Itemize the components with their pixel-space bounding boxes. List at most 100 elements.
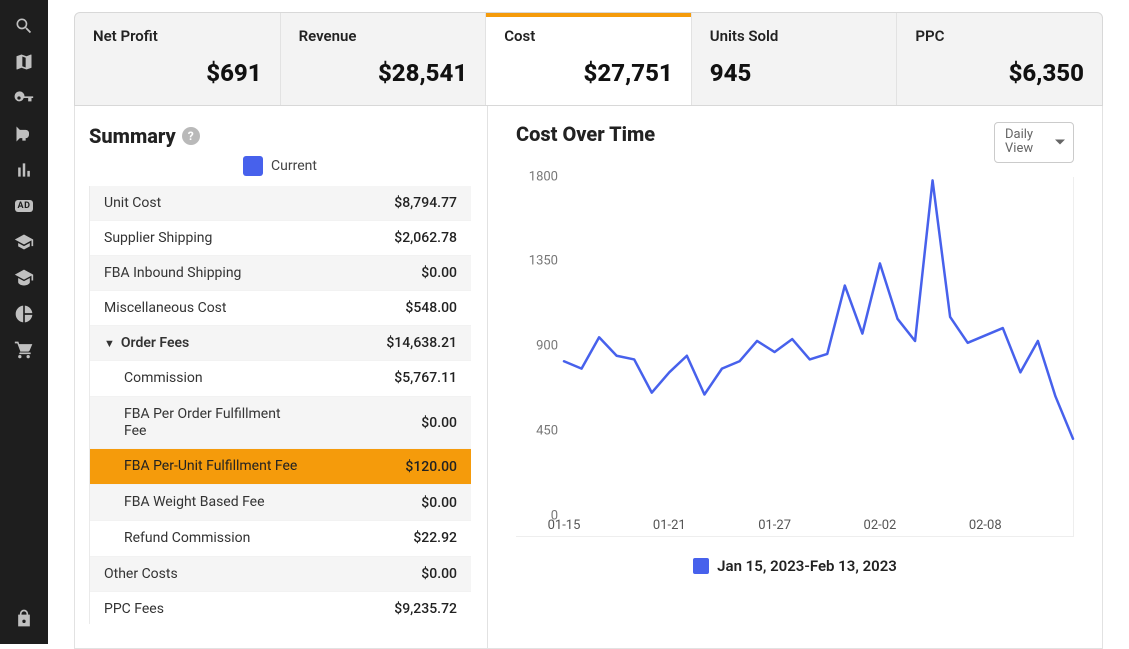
summary-legend: Current (89, 156, 471, 176)
row-label: FBA Weight Based Fee (124, 494, 265, 511)
kpi-value: 945 (710, 59, 879, 87)
row-label: Unit Cost (104, 195, 161, 211)
kpi-label: Cost (504, 27, 673, 45)
line-series (564, 180, 1073, 438)
chart-legend: Jan 15, 2023-Feb 13, 2023 (516, 557, 1074, 575)
row-value: $120.00 (405, 459, 457, 475)
summary-row[interactable]: Supplier Shipping $2,062.78 (90, 221, 471, 256)
cart-icon (14, 340, 34, 360)
row-label: Other Costs (104, 566, 178, 582)
megaphone-icon (14, 124, 34, 144)
tab-cost[interactable]: Cost $27,751 (486, 13, 692, 105)
x-tick: 02-02 (864, 518, 897, 533)
sidebar-item-map[interactable] (0, 44, 48, 80)
bar-chart-icon (14, 160, 34, 180)
row-label: FBA Inbound Shipping (104, 265, 241, 281)
help-icon[interactable]: ? (182, 127, 200, 145)
chart-svg (564, 177, 1073, 516)
sidebar-item-search[interactable] (0, 8, 48, 44)
row-value: $0.00 (421, 415, 457, 431)
summary-title: Summary (89, 124, 176, 148)
kpi-label: Units Sold (710, 27, 879, 45)
summary-sub-row[interactable]: FBA Weight Based Fee $0.00 (90, 485, 471, 521)
legend-swatch-range (693, 558, 709, 574)
legend-range-label: Jan 15, 2023-Feb 13, 2023 (717, 557, 897, 575)
lock-icon (14, 608, 34, 628)
tab-ppc[interactable]: PPC $6,350 (897, 13, 1102, 105)
sidebar-item-megaphone[interactable] (0, 116, 48, 152)
row-label: Refund Commission (124, 530, 250, 547)
search-icon (14, 16, 34, 36)
view-select[interactable]: Daily View (994, 122, 1074, 163)
summary-row[interactable]: FBA Inbound Shipping $0.00 (90, 256, 471, 291)
row-label: PPC Fees (104, 601, 164, 617)
kpi-label: PPC (915, 27, 1084, 45)
row-label: Miscellaneous Cost (104, 300, 227, 316)
summary-list[interactable]: Unit Cost $8,794.77 Supplier Shipping $2,06… (89, 186, 471, 624)
row-value: $0.00 (421, 265, 457, 281)
row-value: $5,767.11 (394, 370, 457, 386)
x-tick: 01-15 (548, 518, 581, 533)
y-tick: 450 (536, 423, 558, 438)
body-row: Summary ? Current Unit Cost $8,794.77 Supp… (74, 106, 1103, 649)
row-value: $14,638.21 (386, 335, 457, 351)
row-value: $2,062.78 (394, 230, 457, 246)
legend-swatch-current (243, 156, 263, 176)
y-tick: 900 (536, 339, 558, 354)
chart-area: 045090013501800 01-1501-2101-2702-0202-0… (516, 177, 1074, 537)
summary-row[interactable]: Miscellaneous Cost $548.00 (90, 291, 471, 326)
kpi-value: $27,751 (504, 59, 673, 87)
row-label: Commission (124, 370, 203, 387)
x-axis: 01-1501-2101-2702-0202-08 (564, 516, 1073, 536)
chart-title: Cost Over Time (516, 122, 655, 146)
sidebar-item-key[interactable] (0, 80, 48, 116)
summary-sub-row[interactable]: Commission $5,767.11 (90, 361, 471, 397)
sidebar-item-graduation[interactable] (0, 224, 48, 260)
x-tick: 02-08 (969, 518, 1002, 533)
row-value: $22.92 (413, 530, 457, 546)
ad-icon: AD (15, 200, 34, 212)
row-value: $9,235.72 (394, 601, 457, 617)
sidebar-item-barchart[interactable] (0, 152, 48, 188)
sidebar-item-scholar[interactable] (0, 260, 48, 296)
row-value: $0.00 (421, 566, 457, 582)
row-value: $0.00 (421, 495, 457, 511)
summary-sub-row[interactable]: Refund Commission $22.92 (90, 521, 471, 557)
row-label: FBA Per-Unit Fulfillment Fee (124, 458, 297, 475)
sidebar-icons-top: AD (0, 0, 48, 600)
x-tick: 01-27 (758, 518, 791, 533)
chart-panel: Cost Over Time Daily View 04509001350180… (488, 106, 1102, 648)
graduation-icon (14, 232, 34, 252)
chart-header: Cost Over Time Daily View (516, 122, 1074, 163)
summary-row[interactable]: Unit Cost $8,794.77 (90, 186, 471, 221)
summary-sub-row[interactable]: FBA Per Order Fulfillment Fee$0.00 (90, 397, 471, 450)
tab-net-profit[interactable]: Net Profit $691 (75, 13, 281, 105)
sidebar-item-ad[interactable]: AD (0, 188, 48, 224)
x-tick: 01-21 (653, 518, 686, 533)
row-label: Supplier Shipping (104, 230, 212, 246)
kpi-value: $28,541 (299, 59, 468, 87)
summary-row[interactable]: Other Costs $0.00 (90, 557, 471, 592)
tab-revenue[interactable]: Revenue $28,541 (281, 13, 487, 105)
kpi-label: Net Profit (93, 27, 262, 45)
summary-section-row[interactable]: ▼Order Fees $14,638.21 (90, 326, 471, 361)
main-content: Net Profit $691 Revenue $28,541 Cost $27… (48, 0, 1129, 649)
kpi-value: $6,350 (915, 59, 1084, 87)
kpi-value: $691 (93, 59, 262, 87)
y-axis: 045090013501800 (516, 177, 564, 516)
summary-sub-row[interactable]: FBA Per-Unit Fulfillment Fee $120.00 (90, 449, 471, 485)
row-value: $8,794.77 (394, 195, 457, 211)
row-value: $548.00 (405, 300, 457, 316)
pie-chart-icon (14, 304, 34, 324)
tab-units-sold[interactable]: Units Sold 945 (692, 13, 898, 105)
summary-row[interactable]: PPC Fees $9,235.72 (90, 592, 471, 624)
row-label: ▼Order Fees (104, 335, 189, 351)
sidebar-item-pie[interactable] (0, 296, 48, 332)
app-sidebar: AD (0, 0, 48, 644)
key-icon (14, 88, 34, 108)
kpi-tabs: Net Profit $691 Revenue $28,541 Cost $27… (74, 12, 1103, 106)
sidebar-item-cart[interactable] (0, 332, 48, 368)
summary-panel: Summary ? Current Unit Cost $8,794.77 Supp… (75, 106, 488, 648)
sidebar-bottom (0, 600, 48, 644)
sidebar-item-lock[interactable] (0, 600, 48, 636)
